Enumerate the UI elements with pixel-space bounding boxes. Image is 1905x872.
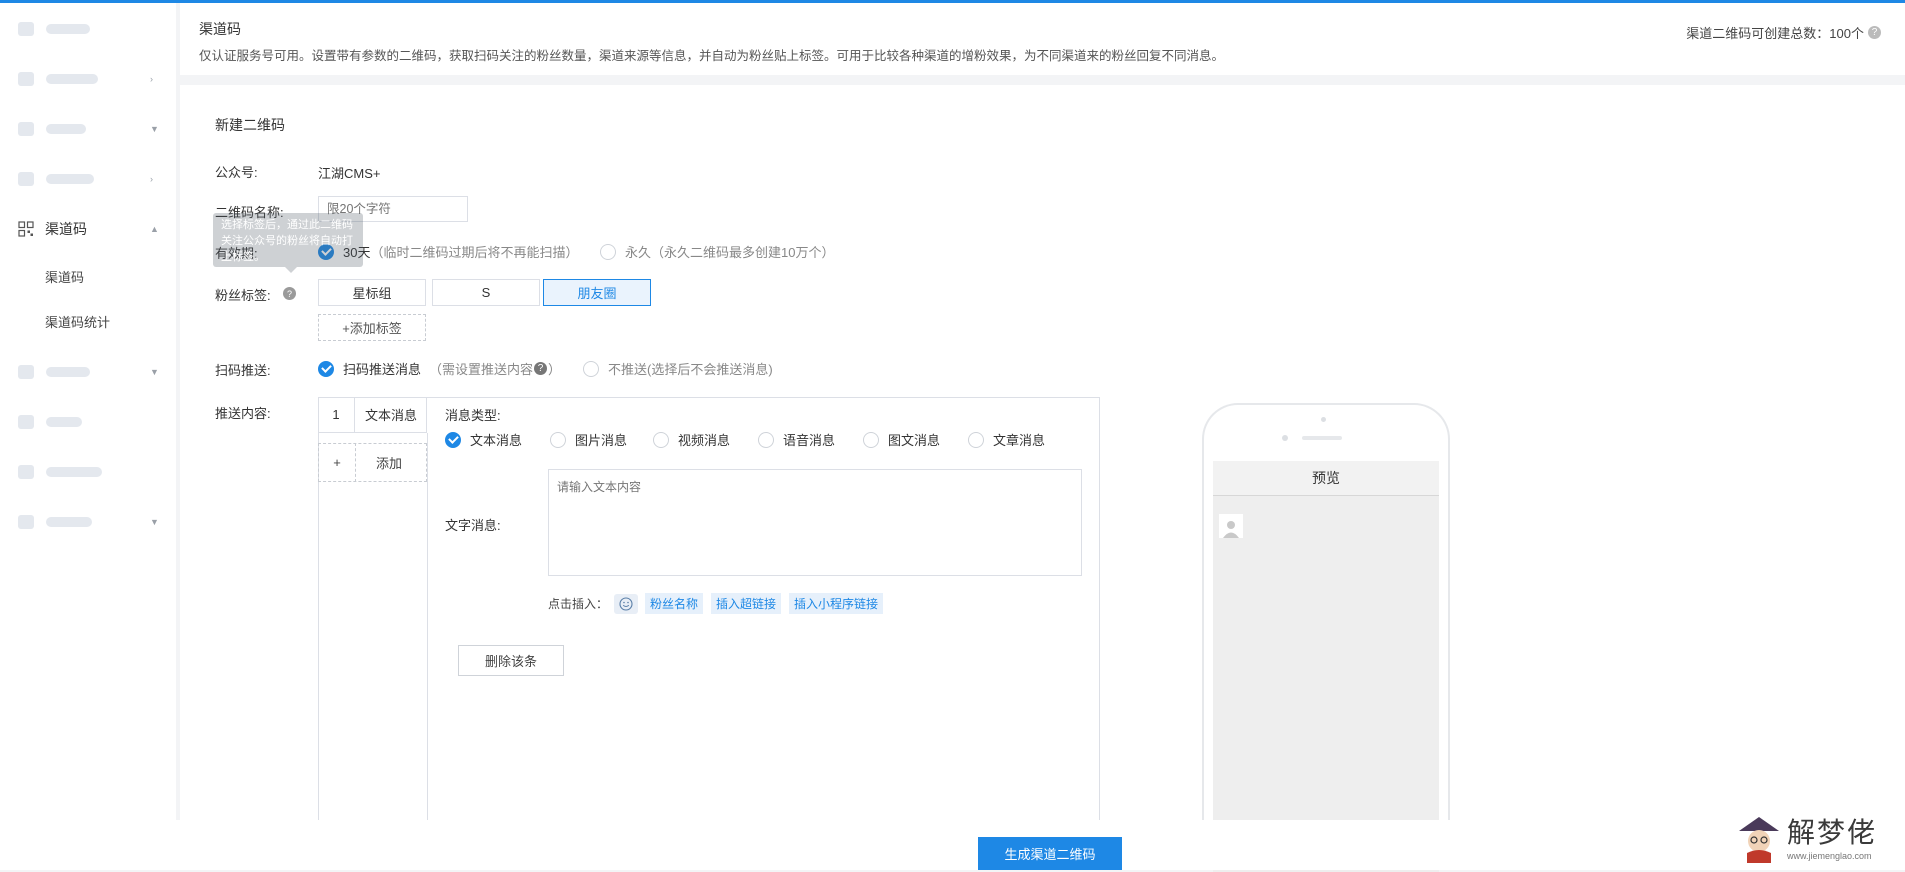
message-tab-1[interactable]: 1 文本消息 xyxy=(318,396,427,433)
fan-tag-label: 粉丝标签: xyxy=(215,288,271,303)
help-icon[interactable]: ? xyxy=(1868,26,1881,39)
blurred-icon xyxy=(18,415,34,429)
insert-fan-name-chip[interactable]: 粉丝名称 xyxy=(645,593,704,614)
msg-type-text-radio[interactable]: 文本消息 xyxy=(445,430,522,449)
form-panel: 新建二维码 公众号: 江湖CMS+ 二维码名称: 有效期: 30天 （临时二维码… xyxy=(180,85,1905,872)
emoji-icon[interactable] xyxy=(614,593,639,614)
msg-type-video-radio[interactable]: 视频消息 xyxy=(653,430,730,449)
msg-type-image-radio[interactable]: 图片消息 xyxy=(550,430,627,449)
sidebar-subitem-channel-stats[interactable]: 渠道码统计 xyxy=(0,306,176,336)
push-content-label: 推送内容: xyxy=(215,406,271,421)
quota-text: 渠道二维码可创建总数：100个 xyxy=(1686,26,1864,41)
chevron-down-icon: ▼ xyxy=(150,517,159,527)
divider xyxy=(427,433,428,870)
delete-item-button[interactable]: 删除该条 xyxy=(458,645,564,676)
phone-preview: 预览 xyxy=(1202,403,1450,872)
radio-unchecked-icon xyxy=(968,431,984,448)
sidebar-item-blurred-1[interactable] xyxy=(0,14,176,44)
chevron-down-icon: ▼ xyxy=(150,124,159,134)
message-type-label: 消息类型: xyxy=(445,408,501,423)
sidebar-item-label: 渠道码 xyxy=(45,221,87,237)
blurred-icon xyxy=(18,172,34,186)
phone-screen: 预览 xyxy=(1213,461,1439,872)
page-title: 渠道码 xyxy=(199,21,241,37)
radio-unchecked-icon xyxy=(863,431,879,448)
chevron-right-icon: › xyxy=(150,74,153,84)
push-content-box xyxy=(318,397,1100,870)
account-label: 公众号: xyxy=(215,165,258,180)
radio-unchecked-icon xyxy=(600,243,616,260)
insert-hyperlink-chip[interactable]: 插入超链接 xyxy=(711,593,782,614)
page-description: 仅认证服务号可用。设置带有参数的二维码，获取扫码关注的粉丝数量，渠道来源等信息，… xyxy=(199,49,1225,63)
plus-icon: + xyxy=(319,443,356,482)
account-value: 江湖CMS+ xyxy=(318,166,381,181)
chevron-up-icon: ▲ xyxy=(150,224,159,234)
add-message-button[interactable]: + 添加 xyxy=(318,443,427,482)
phone-camera xyxy=(1282,435,1288,441)
radio-unchecked-icon xyxy=(583,360,599,377)
blurred-icon xyxy=(18,515,34,529)
qr-grid-icon xyxy=(18,221,34,237)
message-tab-number: 1 xyxy=(318,396,355,433)
sidebar-item-blurred-6[interactable] xyxy=(0,407,176,437)
blurred-icon xyxy=(18,365,34,379)
chevron-right-icon: › xyxy=(150,174,153,184)
blurred-icon xyxy=(18,72,34,86)
no-push-radio[interactable]: 不推送 (选择后不会推送消息) xyxy=(583,359,773,378)
insert-row: 点击插入： 粉丝名称 插入超链接 插入小程序链接 xyxy=(548,593,891,614)
quota-info: 渠道二维码可创建总数：100个 ? xyxy=(1686,23,1881,42)
tooltip-arrow xyxy=(285,267,297,273)
radio-checked-icon xyxy=(318,360,334,377)
msg-type-article-radio[interactable]: 图文消息 xyxy=(863,430,940,449)
sidebar-item-blurred-7[interactable] xyxy=(0,457,176,487)
phone-sensor xyxy=(1321,417,1326,422)
msg-type-voice-radio[interactable]: 语音消息 xyxy=(758,430,835,449)
watermark: 解梦佬 www.jiemenglao.com xyxy=(1735,809,1895,869)
insert-miniprogram-link-chip[interactable]: 插入小程序链接 xyxy=(789,593,884,614)
message-tab-name: 文本消息 xyxy=(365,408,418,423)
chevron-down-icon: ▼ xyxy=(150,367,159,377)
generate-channel-qr-button[interactable]: 生成渠道二维码 xyxy=(978,837,1122,870)
blurred-icon xyxy=(18,465,34,479)
tag-button-s[interactable]: S xyxy=(432,279,540,306)
radio-unchecked-icon xyxy=(550,431,566,448)
watermark-url: www.jiemenglao.com xyxy=(1787,851,1872,861)
add-tag-button[interactable]: +添加标签 xyxy=(318,314,426,341)
validity-permanent-radio[interactable]: 永久 （永久二维码最多创建10万个） xyxy=(600,242,834,261)
watermark-text: 解梦佬 xyxy=(1787,816,1878,849)
push-help-icon[interactable]: ? xyxy=(534,362,548,375)
sidebar-item-blurred-5[interactable]: ▼ xyxy=(0,357,176,387)
push-message-radio[interactable]: 扫码推送消息 （需设置推送内容 ? ） xyxy=(318,359,561,378)
sidebar-item-blurred-8[interactable]: ▼ xyxy=(0,507,176,537)
avatar-icon xyxy=(1219,514,1243,538)
tag-button-moments[interactable]: 朋友圈 xyxy=(543,279,651,306)
radio-checked-icon xyxy=(445,431,461,448)
radio-unchecked-icon xyxy=(758,431,774,448)
sidebar: › ▼ › 渠道码 ▲ 渠道码 渠道码统计 ▼ ▼ xyxy=(0,3,176,870)
sidebar-item-blurred-4[interactable]: › xyxy=(0,164,176,194)
sidebar-subitem-label: 渠道码 xyxy=(45,269,85,285)
phone-speaker xyxy=(1302,436,1342,440)
sidebar-subitem-label: 渠道码统计 xyxy=(45,314,111,330)
card-title: 新建二维码 xyxy=(215,117,285,133)
preview-title: 预览 xyxy=(1213,461,1439,496)
tag-button-star[interactable]: 星标组 xyxy=(318,279,426,306)
insert-label: 点击插入： xyxy=(548,597,609,611)
page-header: 渠道码 仅认证服务号可用。设置带有参数的二维码，获取扫码关注的粉丝数量，渠道来源… xyxy=(180,3,1905,75)
text-message-label: 文字消息: xyxy=(445,518,501,533)
blurred-icon xyxy=(18,22,34,36)
sidebar-item-blurred-3[interactable]: ▼ xyxy=(0,114,176,144)
scan-push-label: 扫码推送: xyxy=(215,363,271,378)
radio-unchecked-icon xyxy=(653,431,669,448)
msg-type-post-radio[interactable]: 文章消息 xyxy=(968,430,1045,449)
sidebar-item-blurred-2[interactable]: › xyxy=(0,64,176,94)
blurred-icon xyxy=(18,122,34,136)
sidebar-item-channel-code[interactable]: 渠道码 ▲ xyxy=(0,214,176,244)
footer-bar xyxy=(0,820,1905,870)
tag-tooltip: 选择标签后，通过此二维码关注公众号的粉丝将自动打上标签。 xyxy=(213,213,363,267)
watermark-logo-icon xyxy=(1739,817,1779,863)
text-message-input[interactable] xyxy=(548,469,1082,576)
tag-help-icon[interactable]: ? xyxy=(283,287,296,300)
sidebar-subitem-channel-code[interactable]: 渠道码 xyxy=(0,261,176,291)
